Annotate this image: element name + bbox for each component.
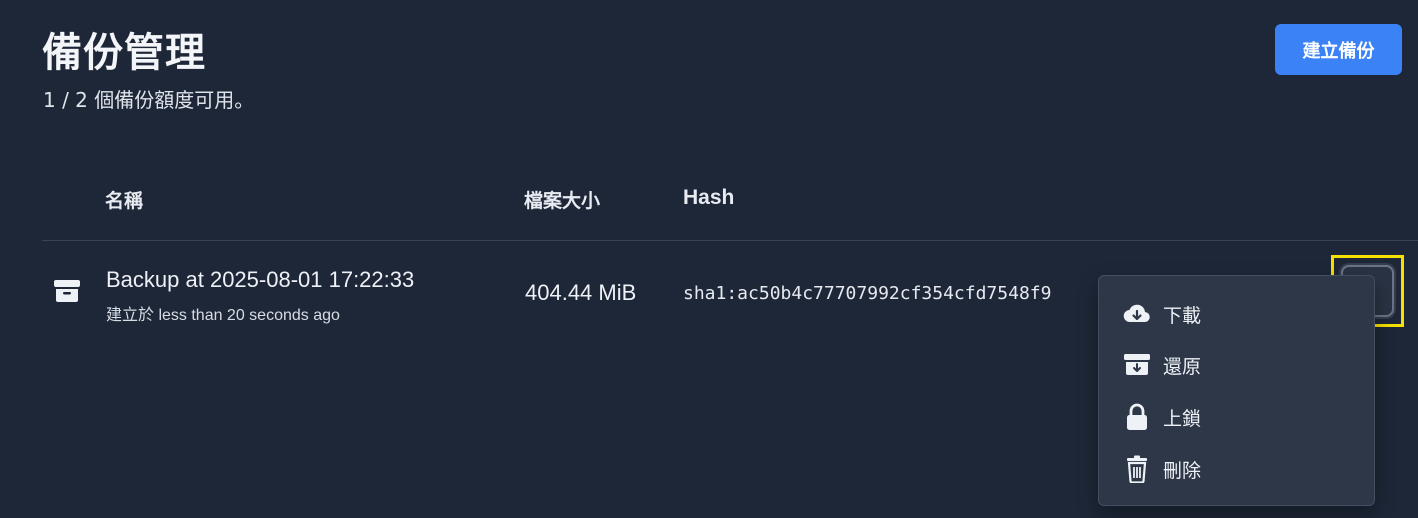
backup-management-page: 備份管理 1 / 2 個備份額度可用。 建立備份 名稱 檔案大小 Hash Ba… bbox=[0, 0, 1418, 518]
table-divider bbox=[42, 240, 1418, 241]
column-header-hash: Hash bbox=[683, 186, 735, 209]
row-actions-menu: 下載 還原 上鎖 刪除 bbox=[1098, 275, 1375, 506]
menu-item-delete[interactable]: 刪除 bbox=[1099, 447, 1374, 491]
backup-size: 404.44 MiB bbox=[525, 280, 637, 305]
trash-icon bbox=[1123, 455, 1151, 483]
menu-item-label: 上鎖 bbox=[1163, 407, 1202, 430]
backup-name: Backup at 2025-08-01 17:22:33 bbox=[106, 267, 415, 292]
column-header-name: 名稱 bbox=[105, 190, 144, 212]
backup-hash: sha1:ac50b4c77707992cf354cfd7548f9 bbox=[683, 283, 1052, 304]
archive-icon bbox=[53, 278, 81, 304]
menu-item-lock[interactable]: 上鎖 bbox=[1099, 395, 1374, 439]
column-header-size: 檔案大小 bbox=[524, 190, 601, 212]
cloud-download-icon bbox=[1123, 300, 1151, 328]
menu-item-download[interactable]: 下載 bbox=[1099, 292, 1374, 336]
menu-item-label: 下載 bbox=[1163, 304, 1202, 327]
backup-created-time: 建立於 less than 20 seconds ago bbox=[106, 307, 340, 324]
lock-icon bbox=[1123, 403, 1151, 431]
create-backup-button[interactable]: 建立備份 bbox=[1275, 24, 1402, 75]
menu-item-restore[interactable]: 還原 bbox=[1099, 343, 1374, 387]
page-title: 備份管理 bbox=[42, 30, 206, 76]
menu-item-label: 刪除 bbox=[1163, 459, 1202, 482]
archive-restore-icon bbox=[1123, 351, 1151, 379]
backup-quota-text: 1 / 2 個備份額度可用。 bbox=[43, 88, 255, 112]
menu-item-label: 還原 bbox=[1163, 355, 1202, 378]
